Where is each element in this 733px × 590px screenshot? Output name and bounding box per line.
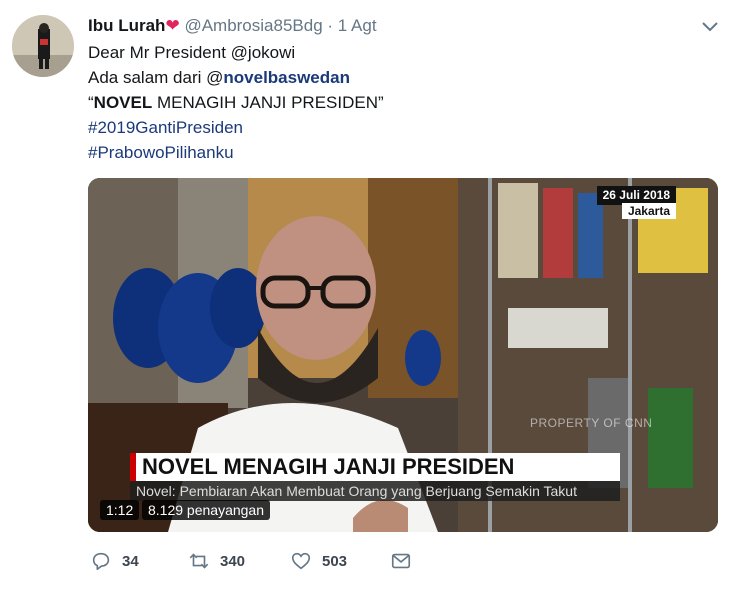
like-count: 503 [322,552,348,570]
reply-button[interactable]: 34 [90,550,139,572]
tweet-header: Ibu Lurah❤ @Ambrosia85Bdg · 1 Agt [88,14,377,38]
mention-jokowi[interactable]: @jokowi [231,43,296,62]
message-icon [391,553,411,569]
text-line-3: “NOVEL MENAGIH JANJI PRESIDEN” [88,90,384,115]
tweet-text: Dear Mr President @jokowi Ada salam dari… [88,40,384,165]
reply-count: 34 [122,552,139,570]
retweet-count: 340 [220,552,246,570]
avatar[interactable] [12,15,74,77]
tweet-card: Ibu Lurah❤ @Ambrosia85Bdg · 1 Agt Dear M… [0,0,733,590]
video-headline: NOVEL MENAGIH JANJI PRESIDEN [130,453,620,481]
mention-at: @ [206,68,224,87]
video-duration: 1:12 [100,500,140,520]
text-bold: NOVEL [93,93,153,112]
video-subline: Novel: Pembiaran Akan Membuat Orang yang… [130,481,620,501]
video-player[interactable]: 26 Juli 2018 Jakarta PROPERTY OF CNN NOV… [88,178,718,532]
message-button[interactable] [390,550,412,572]
text-plain: MENAGIH JANJI PRESIDEN” [152,93,384,112]
text-line-2: Ada salam dari @novelbaswedan [88,65,384,90]
text-plain: Dear Mr President [88,43,231,62]
mention-name: novelbaswedan [223,68,350,87]
hashtag-prabowopilihanku[interactable]: #PrabowoPilihanku [88,140,384,165]
retweet-icon [189,553,209,569]
watermark: PROPERTY OF CNN [530,416,653,430]
chevron-down-icon[interactable] [701,20,719,34]
author-handle[interactable]: @Ambrosia85Bdg [184,16,322,35]
heart-icon: ❤ [165,16,180,35]
text-plain: Ada salam dari [88,68,207,87]
text-line-1: Dear Mr President @jokowi [88,40,384,65]
author-name[interactable]: Ibu Lurah [88,16,165,35]
tweet-time[interactable]: 1 Agt [338,16,377,35]
location-badge: Jakarta [621,203,676,219]
video-views: 8.129 penayangan [142,500,270,520]
retweet-button[interactable]: 340 [188,550,245,572]
like-button[interactable]: 503 [290,550,347,572]
mention-novelbaswedan[interactable]: @novelbaswedan [206,68,350,87]
separator: · [327,16,334,35]
like-icon [291,552,311,570]
hashtag-2019gantipresiden[interactable]: #2019GantiPresiden [88,115,384,140]
reply-icon [92,552,110,571]
